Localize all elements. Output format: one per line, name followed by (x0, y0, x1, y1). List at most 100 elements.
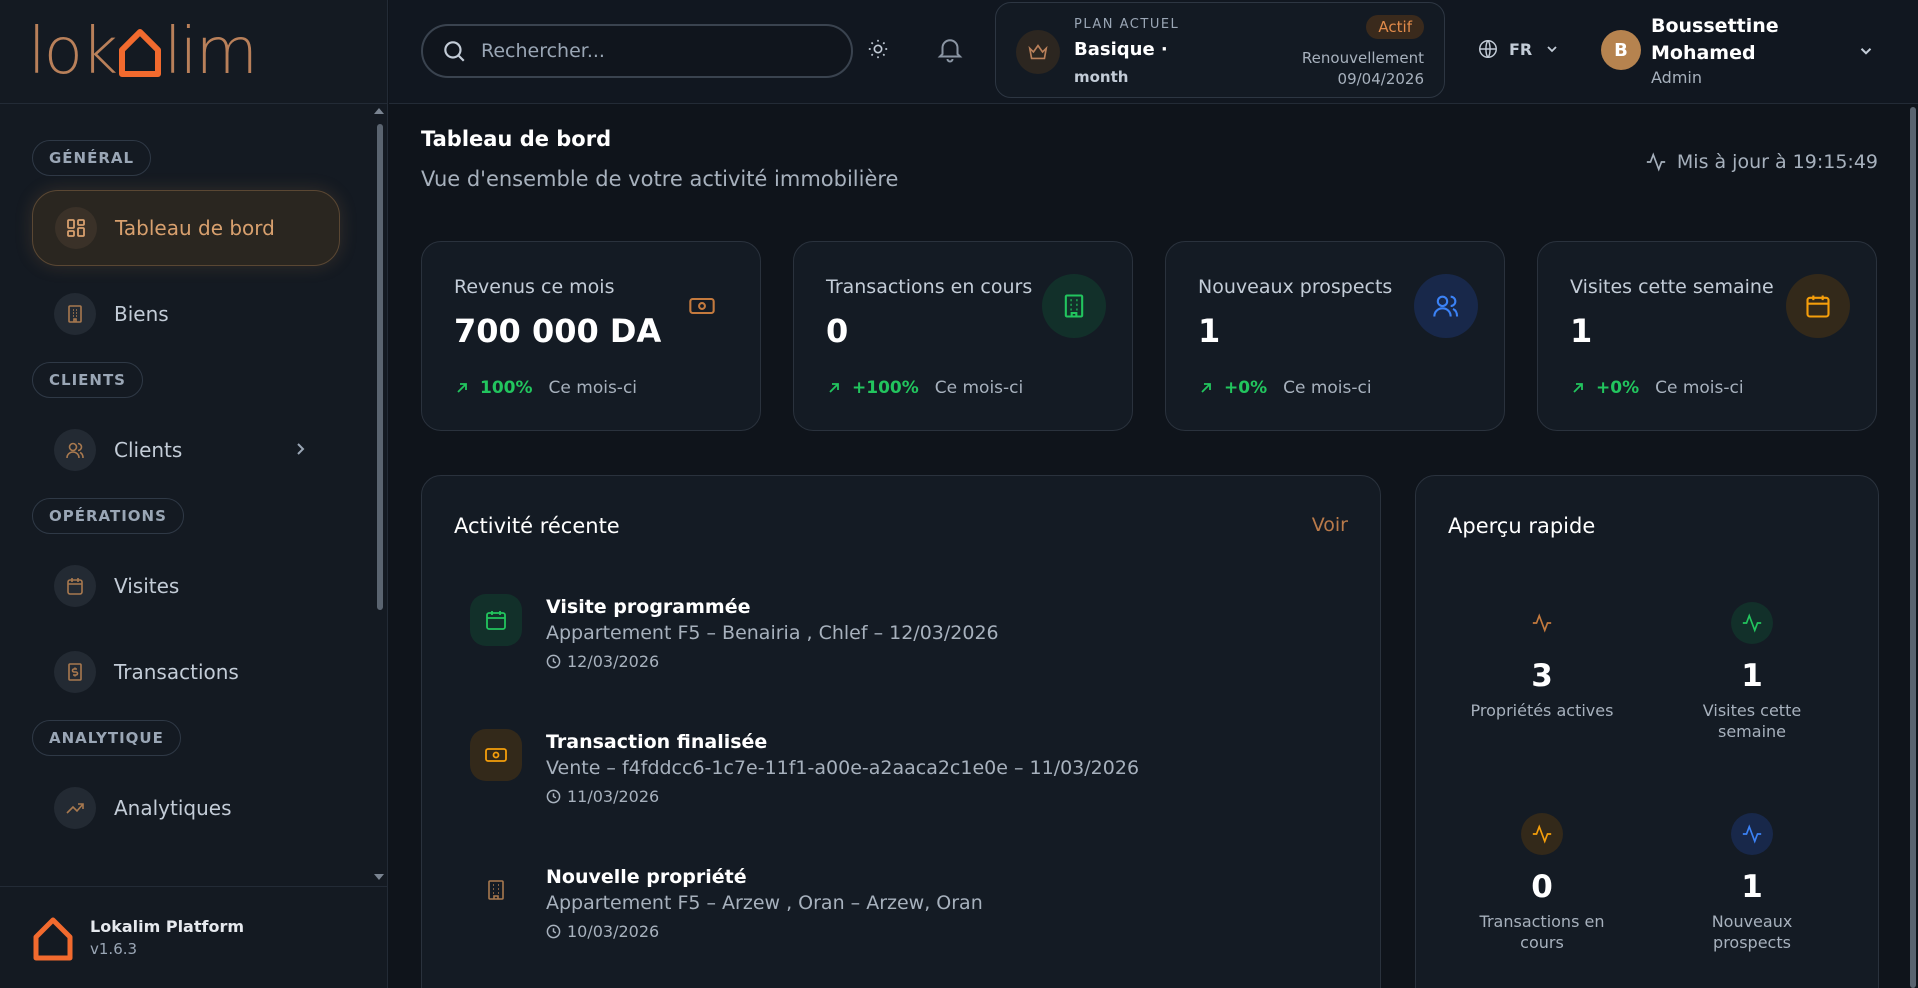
main-scrollbar[interactable] (1910, 107, 1916, 988)
platform-info: Lokalim Platform v1.6.3 (0, 886, 388, 988)
activity-icon (1646, 152, 1666, 172)
sidebar-item-clients[interactable]: Clients (32, 412, 340, 488)
activity-date: 12/03/2026 (546, 652, 659, 671)
platform-version: v1.6.3 (90, 940, 138, 958)
activity-icon (1731, 602, 1773, 644)
search-icon (444, 41, 465, 62)
sidebar-item-label: Analytiques (114, 796, 232, 820)
stat-label: Visites cette semaine (1702, 701, 1802, 741)
last-updated-text: Mis à jour à 19:15:49 (1676, 151, 1878, 173)
recent-activity-panel: Activité récente Voir Visite programmée … (421, 475, 1381, 988)
sidebar-item-label: Clients (114, 438, 183, 462)
arrow-up-right-icon (1573, 383, 1583, 393)
kpi-trend-period: Ce mois-ci (1655, 378, 1744, 398)
arrow-up-right-icon (829, 383, 839, 393)
stat-active-properties: 3 Propriétés actives (1442, 602, 1642, 721)
trending-up-icon (54, 787, 96, 829)
user-name[interactable]: Boussettine Mohamed (1651, 13, 1801, 67)
sidebar-scroll-down[interactable] (374, 874, 384, 880)
kpi-label: Visites cette semaine (1570, 276, 1774, 298)
sidebar-item-visites[interactable]: Visites (32, 548, 340, 624)
building-icon (470, 864, 522, 916)
stat-value: 1 (1741, 869, 1763, 905)
kpi-trend-period: Ce mois-ci (548, 378, 638, 398)
arrow-up-right-icon (1201, 383, 1211, 393)
view-all-link[interactable]: Voir (1312, 514, 1348, 536)
plan-name: Basique · (1074, 39, 1168, 60)
section-label-operations: OPÉRATIONS (32, 498, 184, 534)
sidebar-item-label: Tableau de bord (115, 216, 275, 240)
activity-date: 10/03/2026 (546, 922, 659, 941)
activity-item[interactable]: Nouvelle propriété Appartement F5 – Arze… (470, 864, 1330, 974)
chevron-down-icon[interactable] (1857, 42, 1875, 60)
receipt-icon (54, 651, 96, 693)
activity-date: 11/03/2026 (546, 787, 659, 806)
chevron-right-icon[interactable] (290, 439, 310, 459)
arrow-up-right-icon (457, 383, 467, 393)
activity-title: Visite programmée (546, 596, 751, 618)
sidebar-item-label: Visites (114, 574, 180, 598)
banknote-icon (670, 274, 734, 338)
banknote-icon (470, 729, 522, 781)
plan-period: month (1074, 68, 1129, 86)
theme-toggle-sun-icon[interactable] (867, 38, 889, 60)
stat-value: 1 (1741, 658, 1763, 694)
search-box[interactable] (421, 24, 853, 78)
sidebar-scroll-up[interactable] (374, 108, 384, 114)
kpi-value: 700 000 DA (454, 312, 662, 350)
sidebar-scrollbar[interactable] (377, 124, 383, 610)
activity-description: Appartement F5 – Benairia , Chlef – 12/0… (546, 622, 999, 644)
sidebar-item-biens[interactable]: Biens (32, 276, 340, 352)
language-code: FR (1509, 39, 1533, 59)
clock-icon (546, 789, 561, 804)
page-subtitle: Vue d'ensemble de votre activité immobil… (421, 167, 899, 191)
kpi-card-prospects: Nouveaux prospects 1 +0% Ce mois-ci (1165, 241, 1505, 431)
quick-overview-panel: Aperçu rapide 3 Propriétés actives 1 Vis… (1415, 475, 1879, 988)
chevron-down-icon (1547, 46, 1557, 53)
plan-renew-label: Renouvellement (1301, 49, 1424, 67)
plan-card[interactable]: PLAN ACTUEL Basique · month Actif Renouv… (995, 2, 1445, 98)
sidebar-item-dashboard[interactable]: Tableau de bord (32, 190, 340, 266)
kpi-trend-value: +0% (1596, 378, 1640, 398)
kpi-trend: +100% Ce mois-ci (826, 378, 1023, 398)
bell-icon[interactable] (935, 34, 965, 64)
building-icon (54, 293, 96, 335)
sidebar-item-transactions[interactable]: Transactions (32, 634, 340, 710)
logo[interactable]: lok lim (0, 0, 387, 104)
activity-item[interactable]: Visite programmée Appartement F5 – Benai… (470, 594, 1330, 704)
plan-status-badge: Actif (1366, 15, 1424, 39)
dashboard-icon (55, 207, 97, 249)
logo-house-icon (33, 917, 73, 960)
building-icon (1042, 274, 1106, 338)
platform-name: Lokalim Platform (90, 917, 245, 936)
stat-new-prospects: 1 Nouveaux prospects (1652, 813, 1852, 953)
section-label-analytique: ANALYTIQUE (32, 720, 181, 756)
plan-label: PLAN ACTUEL (1074, 17, 1180, 32)
activity-item[interactable]: Transaction finalisée Vente – f4fddcc6-1… (470, 729, 1330, 839)
kpi-label: Transactions en cours (826, 276, 1033, 298)
sidebar-item-label: Transactions (114, 660, 239, 684)
sidebar-item-analytiques[interactable]: Analytiques (32, 770, 340, 846)
stat-value: 0 (1531, 869, 1553, 905)
users-icon (54, 429, 96, 471)
clock-icon (546, 924, 561, 939)
stat-value: 3 (1531, 658, 1553, 694)
kpi-trend-value: 100% (480, 378, 533, 398)
avatar[interactable]: B (1601, 30, 1641, 70)
sidebar: lok lim GÉNÉRAL Tableau de bord Biens CL… (0, 0, 388, 988)
kpi-trend-value: +0% (1224, 378, 1268, 398)
search-input[interactable] (481, 40, 841, 62)
activity-icon (1521, 602, 1563, 644)
activity-title: Transaction finalisée (546, 731, 768, 753)
stat-transactions-in-progress: 0 Transactions en cours (1442, 813, 1642, 953)
logo-house-icon (119, 28, 161, 77)
calendar-icon (1786, 274, 1850, 338)
language-selector[interactable]: FR (1477, 38, 1560, 60)
kpi-value: 1 (1198, 312, 1221, 350)
kpi-card-visits: Visites cette semaine 1 +0% Ce mois-ci (1537, 241, 1877, 431)
kpi-value: 0 (826, 312, 849, 350)
calendar-icon (470, 594, 522, 646)
logo-text-left: lok (28, 14, 118, 89)
activity-title: Nouvelle propriété (546, 866, 747, 888)
stat-visits-week: 1 Visites cette semaine (1652, 602, 1852, 742)
